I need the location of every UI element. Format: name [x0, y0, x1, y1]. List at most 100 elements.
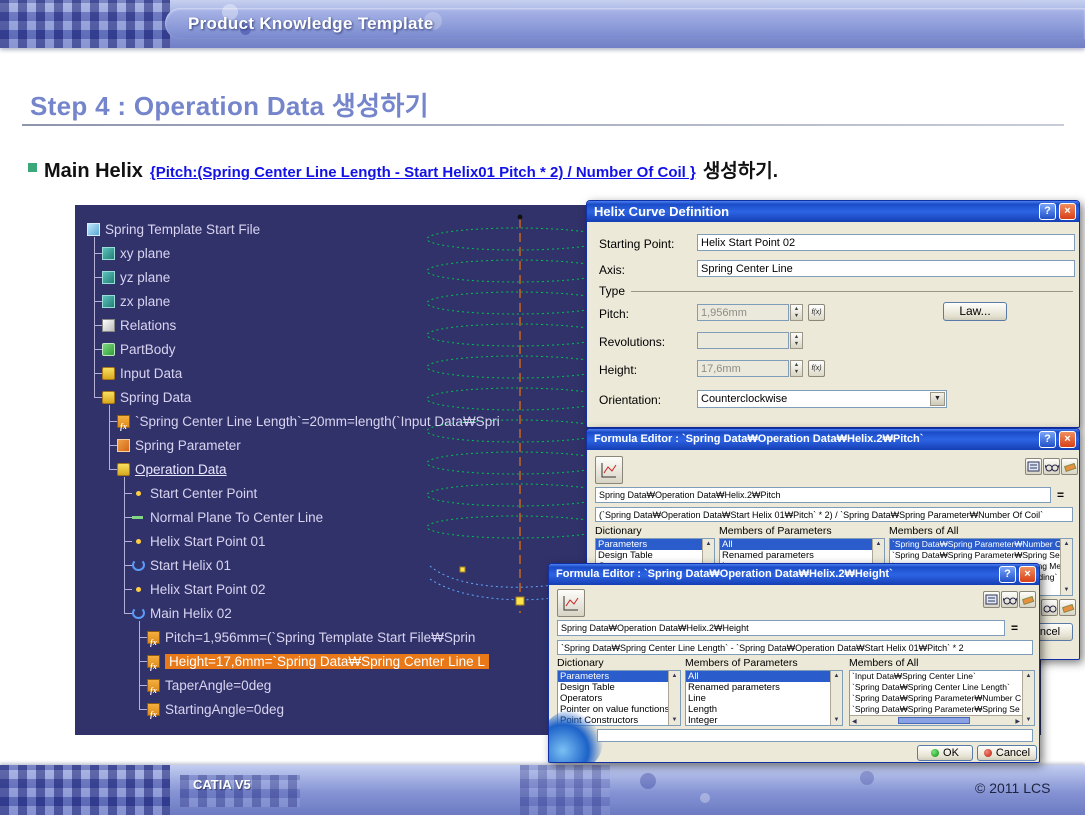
tree-item-partbody[interactable]: PartBody [87, 337, 627, 361]
tree-item-label: yz plane [120, 270, 170, 285]
vertical-scrollbar[interactable] [668, 671, 680, 725]
inspect-button[interactable] [1041, 599, 1058, 616]
law-button[interactable]: Law... [943, 302, 1007, 321]
tree-item-relations[interactable]: Relations [87, 313, 627, 337]
tree-item-zx-plane[interactable]: zx plane [87, 289, 627, 313]
dialog-titlebar[interactable]: Helix Curve Definition [587, 201, 1079, 222]
dictionary-view-button[interactable] [983, 591, 1000, 608]
dictionary-view-button[interactable] [1025, 458, 1042, 475]
tree-item-spring-data[interactable]: Spring Data [87, 385, 627, 409]
list-item[interactable]: `Spring Data₩Spring Parameter₩Spring Sec… [890, 550, 1072, 561]
tree-item-start-helix-01[interactable]: Start Helix 01 [87, 553, 627, 577]
banner-decoration [0, 765, 170, 815]
tree-item-spring-parameter[interactable]: Spring Parameter [87, 433, 627, 457]
tree-item-normal-plane-to-center-line[interactable]: Normal Plane To Center Line [87, 505, 627, 529]
erase-button[interactable] [1019, 591, 1036, 608]
list-item[interactable]: All [686, 671, 842, 682]
close-button[interactable] [1059, 431, 1076, 448]
tree-item-label: StartingAngle=0deg [165, 702, 284, 717]
list-item[interactable]: `Spring Data₩Spring Parameter₩Number C [850, 693, 1034, 704]
chevron-down-icon[interactable] [930, 392, 945, 406]
parameter-name-field[interactable]: Spring Data₩Operation Data₩Helix.2₩Pitch [595, 487, 1051, 503]
pitch-input[interactable]: 1,956mm [697, 304, 789, 321]
list-item[interactable]: `Input Data₩Spring Center Line` [850, 671, 1034, 682]
vertical-scrollbar[interactable] [1060, 539, 1072, 595]
revolutions-input[interactable] [697, 332, 789, 349]
height-spinner[interactable] [790, 360, 803, 377]
tree-item-main-helix-02[interactable]: Main Helix 02 [87, 601, 627, 625]
equals-sign: = [1057, 488, 1064, 502]
height-fx-button[interactable]: f(x) [808, 360, 825, 377]
tree-item-start-center-point[interactable]: Start Center Point [87, 481, 627, 505]
scrollbar-thumb[interactable] [898, 717, 970, 724]
close-button[interactable] [1019, 566, 1036, 583]
dialog-titlebar[interactable]: Formula Editor : `Spring Data₩Operation … [587, 429, 1079, 450]
revolutions-spinner[interactable] [790, 332, 803, 349]
list-item[interactable]: Parameters [558, 671, 680, 682]
horizontal-scrollbar[interactable] [850, 715, 1022, 725]
members-params-header: Members of Parameters [685, 657, 798, 669]
bullet-suffix-text: 생성하기. [703, 156, 778, 183]
help-button[interactable] [1039, 431, 1056, 448]
height-input[interactable]: 17,6mm [697, 360, 789, 377]
list-item[interactable]: `Spring Data₩Spring Parameter₩Number Of … [890, 539, 1072, 550]
list-item[interactable]: `Spring Data₩Spring Parameter₩Spring Se [850, 704, 1034, 715]
inspect-button[interactable] [1001, 591, 1018, 608]
ok-button[interactable]: OK [917, 745, 973, 761]
list-item[interactable]: Length [686, 704, 842, 715]
help-button[interactable] [1039, 203, 1056, 220]
pitch-spinner[interactable] [790, 304, 803, 321]
list-item[interactable]: Operators [558, 693, 680, 704]
tree-item-xy-plane[interactable]: xy plane [87, 241, 627, 265]
cancel-button[interactable]: Cancel [977, 745, 1037, 761]
tree-item-operation-data[interactable]: Operation Data [87, 457, 627, 481]
tree-item-helix-start-point-02[interactable]: Helix Start Point 02 [87, 577, 627, 601]
list-item[interactable]: Design Table [596, 550, 714, 561]
list-item[interactable]: Integer [686, 715, 842, 726]
pitch-fx-button[interactable]: f(x) [808, 304, 825, 321]
list-item[interactable]: Design Table [558, 682, 680, 693]
graph-view-button[interactable] [595, 456, 623, 484]
vertical-scrollbar[interactable] [1022, 671, 1034, 725]
dialog-titlebar[interactable]: Formula Editor : `Spring Data₩Operation … [549, 564, 1039, 585]
tree-item-spring-center-line-length-formula[interactable]: `Spring Center Line Length`=20mm=length(… [87, 409, 627, 433]
orientation-select[interactable]: Counterclockwise [697, 390, 947, 408]
data-folder-icon [102, 391, 115, 404]
value-preview-field[interactable] [597, 729, 1033, 742]
list-item[interactable]: Renamed parameters [686, 682, 842, 693]
axis-input[interactable]: Spring Center Line [697, 260, 1075, 277]
formula-expression-field[interactable]: `Spring Data₩Spring Center Line Length` … [557, 640, 1033, 655]
formula-icon [147, 703, 160, 716]
tree-item-yz-plane[interactable]: yz plane [87, 265, 627, 289]
erase-button[interactable] [1061, 458, 1078, 475]
partbody-icon [102, 343, 115, 356]
tree-item-taper-angle-formula[interactable]: TaperAngle=0deg [87, 673, 627, 697]
list-item[interactable]: `Spring Data₩Spring Center Line Length` [850, 682, 1034, 693]
vertical-scrollbar[interactable] [830, 671, 842, 725]
tree-item-pitch-formula[interactable]: Pitch=1,956mm=(`Spring Template Start Fi… [87, 625, 627, 649]
tree-item-starting-angle-formula[interactable]: StartingAngle=0deg [87, 697, 627, 721]
list-item[interactable]: Line [686, 693, 842, 704]
tree-item-label: Helix Start Point 01 [150, 534, 266, 549]
parameter-name-field[interactable]: Spring Data₩Operation Data₩Helix.2₩Heigh… [557, 620, 1005, 636]
list-item[interactable]: Parameters [596, 539, 714, 550]
starting-point-input[interactable]: Helix Start Point 02 [697, 234, 1075, 251]
inspect-button[interactable] [1043, 458, 1060, 475]
erase-button[interactable] [1059, 599, 1076, 616]
list-item[interactable]: Renamed parameters [720, 550, 884, 561]
close-button[interactable] [1059, 203, 1076, 220]
formula-icon [147, 655, 160, 668]
formula-expression-field[interactable]: (`Spring Data₩Operation Data₩Start Helix… [595, 507, 1073, 522]
tree-item-label: Spring Parameter [135, 438, 241, 453]
tree-item-height-formula[interactable]: Height=17,6mm=`Spring Data₩Spring Center… [87, 649, 627, 673]
help-button[interactable] [999, 566, 1016, 583]
tree-item-input-data[interactable]: Input Data [87, 361, 627, 385]
graph-view-button[interactable] [557, 589, 585, 617]
tree-item-helix-start-point-01[interactable]: Helix Start Point 01 [87, 529, 627, 553]
list-item[interactable]: All [720, 539, 884, 550]
plane-icon [102, 295, 115, 308]
dialog-title: Helix Curve Definition [594, 204, 729, 219]
members-params-header: Members of Parameters [719, 525, 832, 537]
footer-banner: CATIA V5 © 2011 LCS [0, 765, 1085, 815]
tree-item-spring-template-start-file[interactable]: Spring Template Start File [87, 217, 627, 241]
